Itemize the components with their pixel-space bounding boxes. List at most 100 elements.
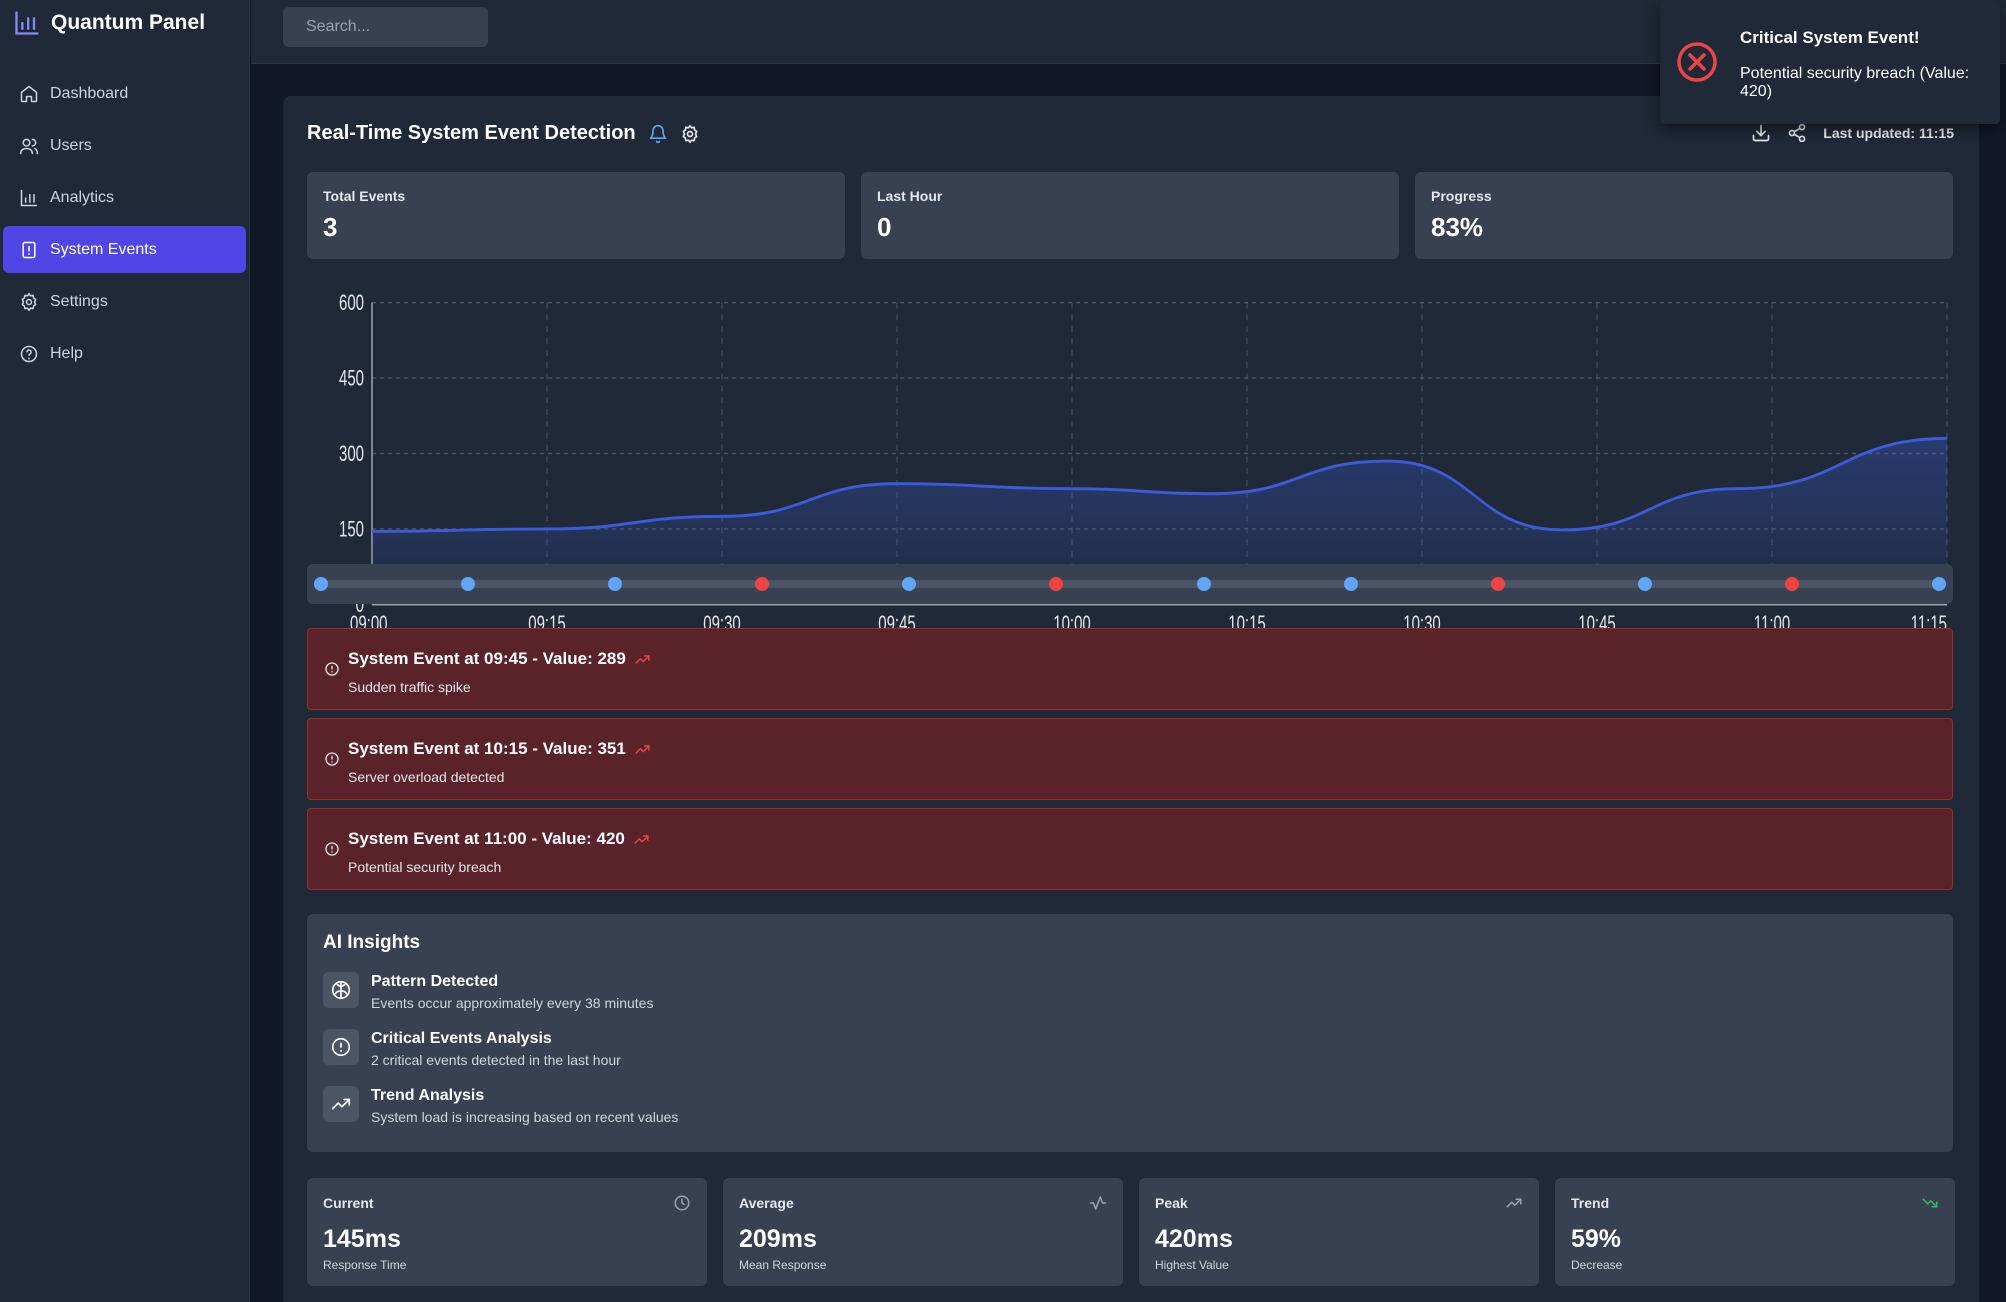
insight-title: Trend Analysis — [371, 1087, 485, 1104]
timeline-dot[interactable] — [1932, 577, 1946, 591]
timeline-dot[interactable] — [1049, 577, 1064, 591]
sidebar-item-label: Help — [50, 344, 83, 362]
metric-card-trend: Trend 59% Decrease — [1555, 1178, 1955, 1286]
page-title: Real-Time System Event Detection — [307, 122, 636, 144]
alert-file-icon — [22, 241, 36, 258]
insight-icon-box — [323, 1029, 359, 1065]
event-description: Server overload detected — [348, 769, 505, 785]
event-description: Sudden traffic spike — [348, 679, 471, 695]
metric-card-current: Current 145ms Response Time — [307, 1178, 707, 1286]
metric-value: 420ms — [1155, 1225, 1233, 1253]
trending-up-icon — [1506, 1198, 1522, 1208]
brain-icon — [331, 980, 351, 1000]
gear-icon — [21, 292, 37, 311]
event-title: System Event at 11:00 - Value: 420 — [348, 829, 650, 849]
timeline-track — [314, 577, 1946, 591]
event-list: System Event at 09:45 - Value: 289 Sudde… — [307, 628, 1953, 898]
y-tick-label: 300 — [339, 442, 364, 467]
home-icon — [20, 85, 38, 102]
help-circle-icon — [20, 345, 38, 362]
metric-subtitle: Decrease — [1571, 1258, 1623, 1272]
event-card[interactable]: System Event at 11:00 - Value: 420 Poten… — [307, 808, 1953, 890]
insight-icon-box — [323, 1086, 359, 1122]
stat-card-progress: Progress 83% — [1415, 172, 1953, 259]
stat-label: Progress — [1431, 188, 1492, 204]
stat-label: Last Hour — [877, 188, 943, 204]
timeline-dot[interactable] — [1637, 577, 1652, 591]
bell-icon[interactable] — [648, 124, 668, 144]
stat-card-total-events: Total Events 3 — [307, 172, 845, 259]
toast-message: Potential security breach (Value: 420) — [1740, 65, 1970, 100]
event-title-text: System Event at 10:15 - Value: 351 — [348, 739, 626, 758]
sidebar-item-label: Settings — [50, 292, 108, 310]
sidebar-item-analytics[interactable]: Analytics — [3, 174, 246, 221]
critical-event-toast[interactable]: Critical System Event! Potential securit… — [1660, 0, 2000, 124]
error-circle-icon — [1677, 42, 1717, 82]
insight-description: Events occur approximately every 38 minu… — [371, 995, 654, 1011]
clock-icon — [674, 1195, 690, 1211]
metric-value: 59% — [1571, 1225, 1622, 1253]
sidebar-item-system-events[interactable]: System Events — [3, 226, 246, 273]
event-title: System Event at 10:15 - Value: 351 — [348, 739, 651, 759]
panel-tools: Last updated: 11:15 — [1751, 123, 1954, 143]
timeline-dot[interactable] — [755, 577, 770, 591]
timeline-dot[interactable] — [1196, 577, 1211, 591]
sidebar: Quantum Panel Dashboard Users Analytics … — [0, 0, 250, 1302]
sidebar-item-dashboard[interactable]: Dashboard — [3, 70, 246, 117]
bar-chart-logo-icon — [15, 11, 39, 35]
stat-value: 0 — [877, 212, 892, 242]
timeline-dot[interactable] — [1490, 577, 1505, 591]
timeline-dot[interactable] — [1343, 577, 1358, 591]
metric-label: Average — [739, 1195, 794, 1211]
metric-value: 209ms — [739, 1225, 817, 1253]
event-card[interactable]: System Event at 10:15 - Value: 351 Serve… — [307, 718, 1953, 800]
y-tick-label: 600 — [339, 291, 364, 316]
alert-circle-icon — [331, 1037, 351, 1057]
timeline-dot[interactable] — [608, 577, 623, 591]
timeline-dot[interactable] — [902, 577, 917, 591]
trending-up-icon — [331, 1098, 351, 1110]
brand[interactable]: Quantum Panel — [0, 0, 249, 46]
sidebar-item-label: Analytics — [50, 188, 115, 206]
y-tick-label: 450 — [339, 367, 364, 392]
alert-circle-icon — [325, 752, 339, 766]
sidebar-item-help[interactable]: Help — [3, 330, 246, 377]
ai-insights: AI Insights Pattern Detected Events occu… — [307, 914, 1953, 1152]
metric-label: Current — [323, 1195, 374, 1211]
metric-value: 145ms — [323, 1225, 401, 1253]
insight-item: Pattern Detected Events occur approximat… — [323, 972, 1937, 1011]
metric-subtitle: Highest Value — [1155, 1258, 1229, 1272]
insight-title: Pattern Detected — [371, 973, 499, 990]
metrics-row: Current 145ms Response Time Average 209m… — [307, 1178, 1955, 1286]
insight-title: Critical Events Analysis — [371, 1030, 552, 1047]
insight-description: System load is increasing based on recen… — [371, 1109, 679, 1125]
gear-icon[interactable] — [680, 124, 700, 144]
metric-card-peak: Peak 420ms Highest Value — [1139, 1178, 1539, 1286]
timeline-dot[interactable] — [314, 577, 328, 591]
download-icon[interactable] — [1751, 123, 1771, 143]
event-title-text: System Event at 09:45 - Value: 289 — [348, 649, 626, 668]
trending-down-icon — [1922, 1198, 1938, 1208]
metric-label: Trend — [1571, 1195, 1610, 1211]
share-icon[interactable] — [1787, 123, 1807, 143]
sidebar-item-users[interactable]: Users — [3, 122, 246, 169]
stat-value: 3 — [323, 212, 338, 242]
event-description: Potential security breach — [348, 859, 502, 875]
insight-item: Trend Analysis System load is increasing… — [323, 1086, 1937, 1125]
insight-icon-box — [323, 972, 359, 1008]
metric-subtitle: Response Time — [323, 1258, 407, 1272]
metric-card-average: Average 209ms Mean Response — [723, 1178, 1123, 1286]
alert-circle-icon — [325, 842, 339, 856]
search-input[interactable] — [283, 7, 488, 47]
event-card[interactable]: System Event at 09:45 - Value: 289 Sudde… — [307, 628, 1953, 710]
sidebar-item-label: Users — [50, 136, 92, 154]
stat-label: Total Events — [323, 188, 406, 204]
metric-label: Peak — [1155, 1195, 1188, 1211]
timeline-dot[interactable] — [1784, 577, 1799, 591]
event-title: System Event at 09:45 - Value: 289 — [348, 649, 651, 669]
sidebar-item-settings[interactable]: Settings — [3, 278, 246, 325]
timeline-dot[interactable] — [461, 577, 476, 591]
event-title-text: System Event at 11:00 - Value: 420 — [348, 829, 625, 848]
y-tick-label: 150 — [339, 518, 364, 543]
panel-header: Real-Time System Event Detection — [307, 122, 700, 145]
